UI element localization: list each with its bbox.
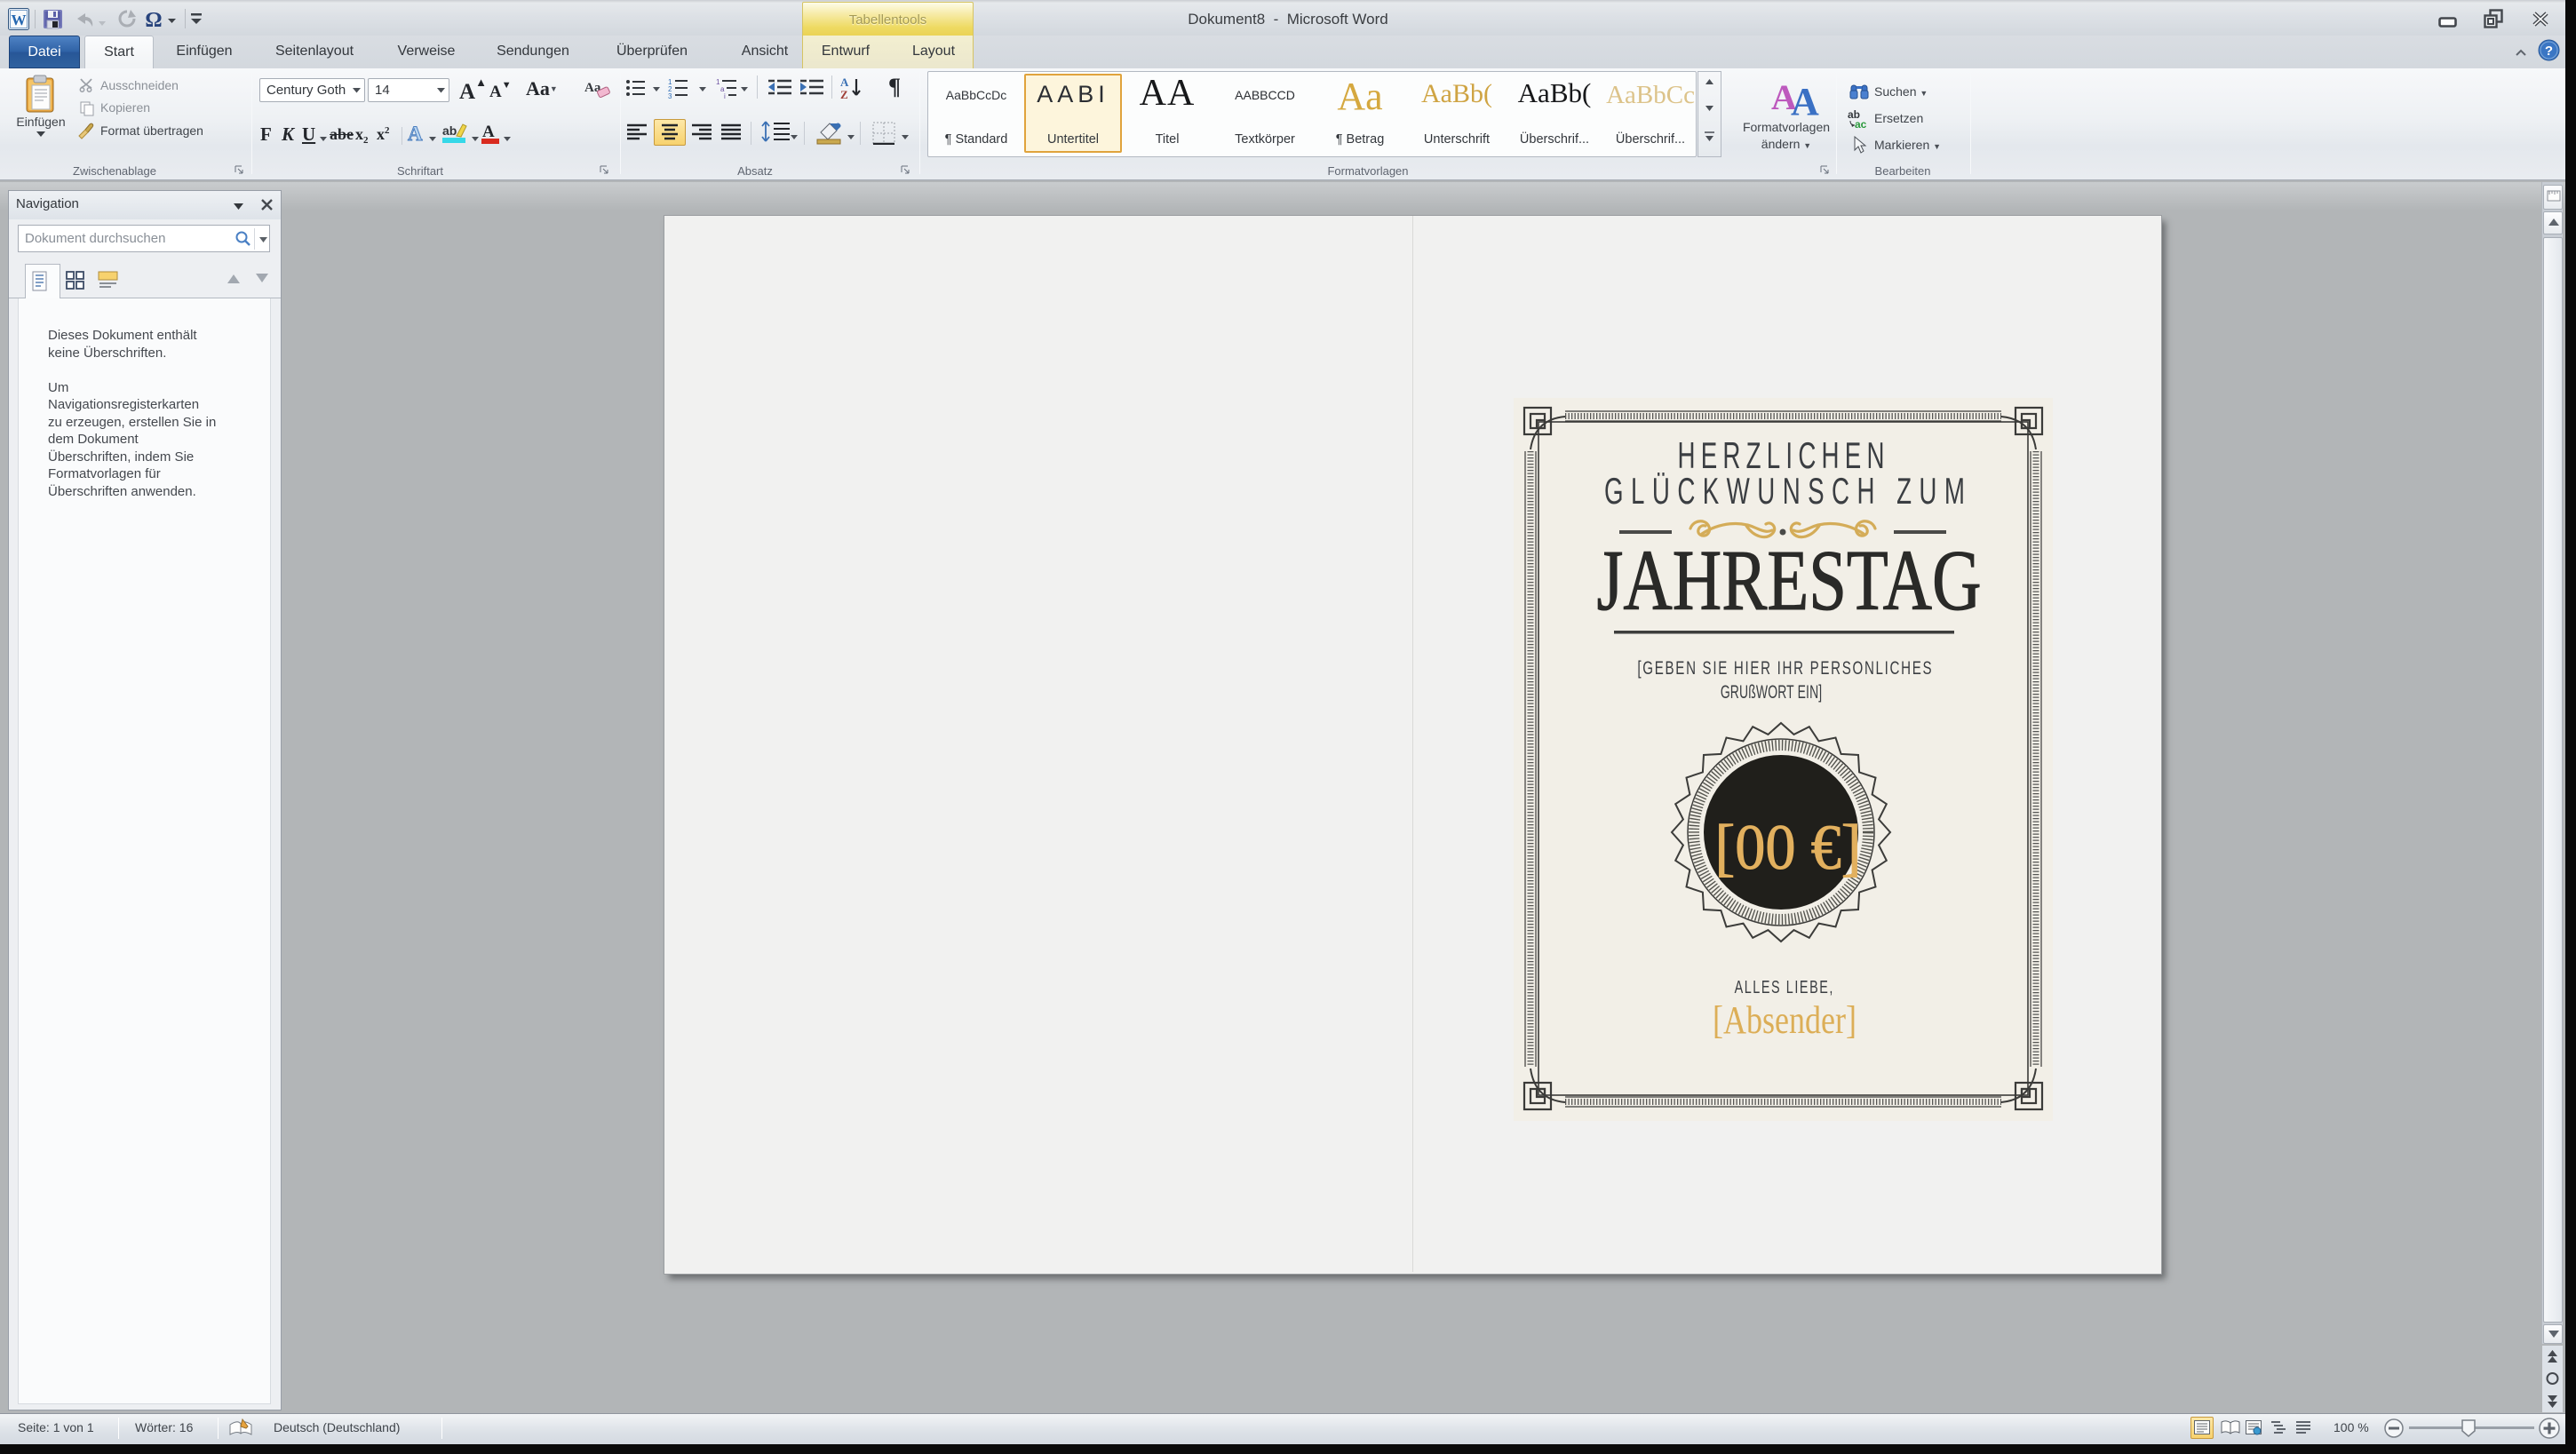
svg-text:A: A [840,75,849,89]
svg-text:[00 €]: [00 €] [1715,812,1862,883]
svg-text:Ω: Ω [145,9,162,31]
svg-text:GLÜCKWUNSCH ZUM: GLÜCKWUNSCH ZUM [1604,470,1965,512]
svg-text:A: A [1791,80,1819,116]
svg-text:ac: ac [1855,118,1867,129]
svg-text:[Absender]: [Absender] [1713,998,1856,1042]
svg-text:?: ? [2545,44,2553,59]
svg-text:Z: Z [840,88,848,100]
svg-text:3: 3 [668,92,672,99]
svg-text:A: A [482,123,495,141]
svg-text:i: i [724,92,726,99]
svg-text:ALLES LIEBE,: ALLES LIEBE, [1735,977,1833,997]
svg-text:W: W [12,12,27,28]
svg-text:ab: ab [442,123,457,138]
svg-text:[GEBEN SIE HIER IHR PERSONLICH: [GEBEN SIE HIER IHR PERSONLICHES [1637,656,1931,678]
svg-text:JAHRESTAG: JAHRESTAG [1597,533,1982,628]
svg-text:GRUßWORT EIN]: GRUßWORT EIN] [1721,681,1822,703]
